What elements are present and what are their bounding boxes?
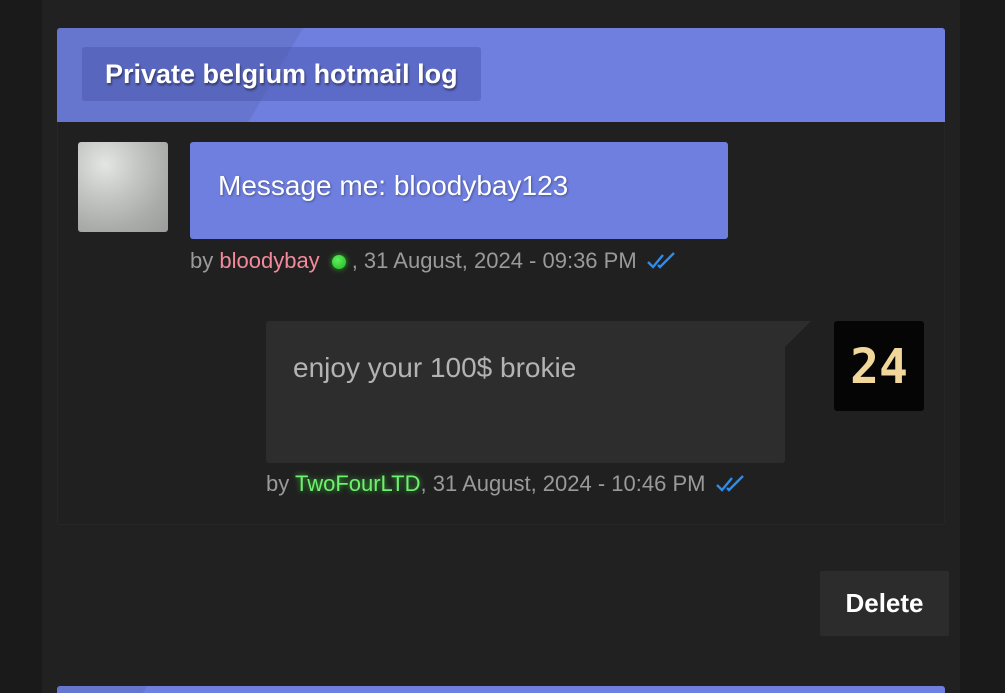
thread-header: Private belgium hotmail log [57,28,945,122]
timestamp-2: , 31 August, 2024 - 10:46 PM [420,471,706,496]
message-text-2: enjoy your 100$ brokie [293,352,577,383]
message-meta-1: by bloodybay , 31 August, 2024 - 09:36 PM [190,247,677,277]
message-meta-2: by TwoFourLTD, 31 August, 2024 - 10:46 P… [266,470,746,500]
message-bubble-2: enjoy your 100$ brokie [266,321,785,463]
double-check-icon [715,472,746,500]
double-check-icon [646,249,677,277]
avatar-bloodybay[interactable] [78,142,168,232]
by-label-1: by [190,248,214,273]
author-link-1[interactable]: bloodybay [219,248,319,273]
bubble-tail [785,321,811,347]
online-status-icon [331,255,346,269]
author-link-2[interactable]: TwoFourLTD [295,471,421,496]
avatar-digits: 24 [850,339,908,395]
by-label-2: by [266,471,290,496]
next-thread-header [57,686,945,693]
message-text-1: Message me: bloodybay123 [218,170,569,201]
timestamp-1: , 31 August, 2024 - 09:36 PM [351,248,637,273]
thread-title: Private belgium hotmail log [82,47,481,101]
delete-button[interactable]: Delete [820,571,949,636]
next-header-shade [57,686,945,693]
avatar-twofourltd[interactable]: 24 [834,321,924,411]
message-bubble-1: Message me: bloodybay123 [190,142,728,239]
